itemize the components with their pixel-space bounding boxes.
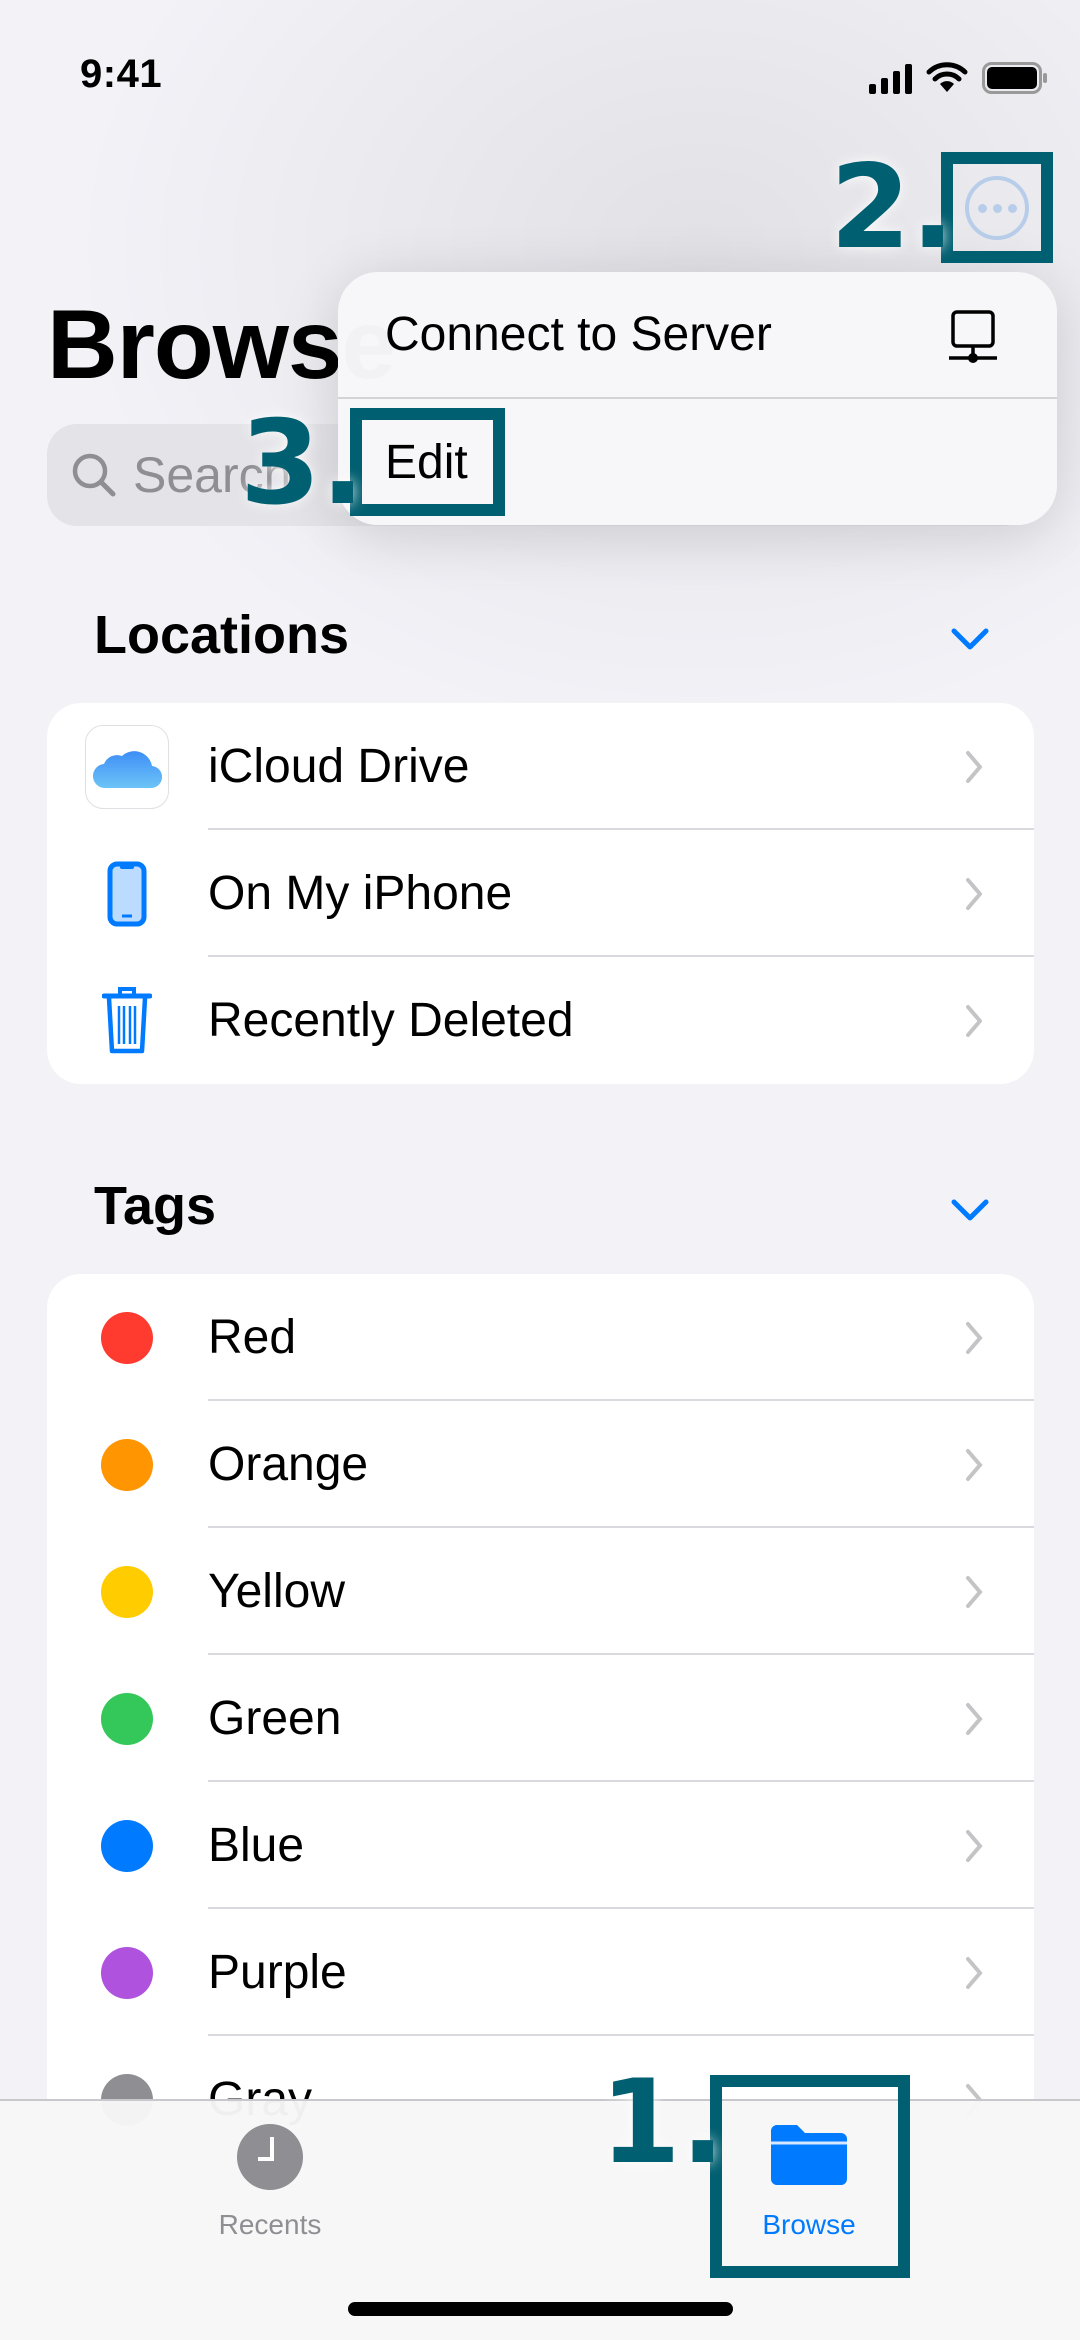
tag-dot-icon (101, 1819, 153, 1872)
chevron-right-icon (966, 750, 982, 783)
chevron-right-icon (966, 877, 982, 910)
home-indicator (348, 2302, 733, 2316)
chevron-right-icon (966, 1575, 983, 1608)
list-item-label: Yellow (208, 1565, 345, 1618)
chevron-right-icon (966, 1956, 983, 1989)
list-item-label: Orange (208, 1438, 369, 1491)
chevron-down-icon[interactable] (950, 1197, 990, 1223)
annotation-box-3 (350, 408, 505, 516)
list-item-label: Green (208, 1692, 342, 1745)
chevron-right-icon (966, 1321, 983, 1354)
menu-item-label: Connect to Server (385, 308, 772, 361)
chevron-right-icon (966, 1004, 982, 1037)
section-header-locations: Locations (94, 605, 350, 665)
tag-color-icon (85, 1550, 169, 1634)
annotation-number-3: 3. (240, 396, 365, 531)
section-header-tags: Tags (94, 1176, 217, 1236)
tag-color-icon (85, 1677, 169, 1761)
chevron-right-icon (966, 1829, 983, 1862)
list-item-recently-deleted[interactable]: Recently Deleted (47, 957, 1034, 1084)
tag-dot-icon (101, 1946, 153, 1999)
list-item-label: Recently Deleted (208, 994, 574, 1047)
clock-icon (237, 2124, 303, 2190)
tag-color-icon (85, 1296, 169, 1380)
list-item-label: iCloud Drive (208, 740, 470, 793)
list-item-tag-green[interactable]: Green (47, 1655, 1034, 1782)
annotation-box-1 (710, 2075, 910, 2278)
list-item-tag-blue[interactable]: Blue (47, 1782, 1034, 1909)
status-icons (869, 58, 1048, 94)
tags-list: RedOrangeYellowGreenBluePurpleGray (47, 1274, 1034, 2174)
trash-icon (85, 979, 169, 1063)
locations-list: iCloud Drive On My iPhone Recently Delet… (47, 703, 1034, 1084)
battery-icon (982, 62, 1047, 94)
wifi-icon (926, 62, 968, 92)
tag-color-icon (85, 1931, 169, 2015)
tag-color-icon (85, 1423, 169, 1507)
list-item-tag-orange[interactable]: Orange (47, 1401, 1034, 1528)
list-item-tag-purple[interactable]: Purple (47, 1909, 1034, 2036)
list-item-icloud-drive[interactable]: iCloud Drive (47, 703, 1034, 830)
status-time: 9:41 (80, 52, 163, 96)
tag-dot-icon (101, 1692, 153, 1745)
annotation-number-2: 2. (830, 140, 955, 275)
iphone-icon (85, 852, 169, 936)
icloud-icon (85, 724, 169, 809)
list-item-tag-yellow[interactable]: Yellow (47, 1528, 1034, 1655)
cellular-signal-icon (869, 64, 912, 94)
tag-dot-icon (101, 1438, 153, 1491)
tag-dot-icon (101, 1311, 153, 1364)
server-network-icon (949, 310, 997, 363)
menu-item-connect-to-server[interactable]: Connect to Server (338, 272, 1057, 397)
chevron-right-icon (966, 1702, 983, 1735)
list-item-tag-red[interactable]: Red (47, 1274, 1034, 1401)
tab-label: Recents (218, 2209, 322, 2240)
list-item-label: Purple (208, 1946, 347, 1999)
search-icon (72, 453, 116, 497)
list-item-on-my-iphone[interactable]: On My iPhone (47, 830, 1034, 957)
chevron-right-icon (966, 1448, 983, 1481)
tag-dot-icon (101, 1565, 153, 1618)
list-item-label: On My iPhone (208, 867, 513, 920)
list-item-label: Red (208, 1311, 297, 1364)
list-item-label: Blue (208, 1819, 305, 1872)
tab-recents[interactable]: Recents (170, 2101, 370, 2271)
chevron-down-icon[interactable] (950, 626, 990, 652)
annotation-number-1: 1. (600, 2055, 725, 2190)
annotation-box-2 (941, 152, 1053, 263)
tag-color-icon (85, 1804, 169, 1888)
